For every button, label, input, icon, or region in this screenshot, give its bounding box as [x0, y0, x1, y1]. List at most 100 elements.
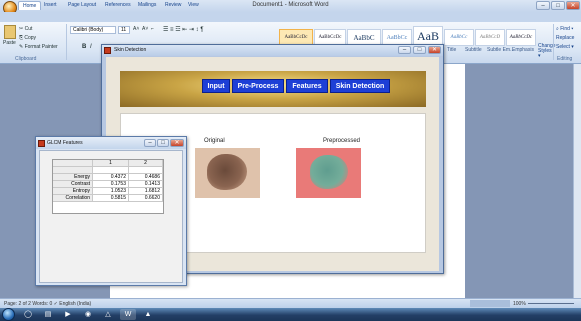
- tab-references[interactable]: References: [105, 1, 131, 10]
- group-clipboard-label: Clipboard: [15, 56, 37, 62]
- find-button[interactable]: ⌕ Find ▾: [556, 26, 573, 32]
- glcm-features-window: GLCM Features – □ ✕ 1 2 Energy 0.4372 0.…: [35, 136, 187, 286]
- style-subtle-emphasis[interactable]: AaBbCcD: [475, 29, 505, 46]
- table-cell[interactable]: 0.1753: [93, 181, 129, 188]
- input-button[interactable]: Input: [202, 79, 230, 93]
- tab-view[interactable]: View: [188, 1, 199, 10]
- preprocessed-image: [296, 148, 361, 198]
- matlab-taskbar-icon[interactable]: ▲: [140, 309, 156, 320]
- table-cell[interactable]: [129, 167, 163, 174]
- glcm-client: 1 2 Energy 0.4372 0.4686 Contrast 0.1753…: [39, 150, 183, 283]
- glcm-maximize-button[interactable]: □: [157, 139, 169, 147]
- word-taskbar-icon[interactable]: W: [120, 309, 136, 320]
- tab-home[interactable]: Home: [18, 1, 42, 10]
- pre-process-button[interactable]: Pre-Process: [232, 79, 284, 93]
- view-buttons[interactable]: [470, 300, 510, 307]
- media-player-icon[interactable]: ▶: [60, 309, 76, 320]
- paste-label[interactable]: Paste: [3, 40, 16, 46]
- tab-page-layout[interactable]: Page Layout: [68, 1, 96, 10]
- program-icon[interactable]: △: [100, 309, 116, 320]
- system-tray: [525, 311, 577, 319]
- ie-icon[interactable]: ◯: [20, 309, 36, 320]
- table-cell[interactable]: 0.1413: [129, 181, 163, 188]
- table-cell[interactable]: 1.0523: [93, 188, 129, 195]
- row-header: Energy: [53, 174, 93, 181]
- preprocessed-label: Preprocessed: [323, 138, 361, 144]
- style-subtitle-caption: Subtitle: [465, 47, 482, 53]
- status-bar: Page: 2 of 2 Words: 0 ✓ English (India) …: [0, 298, 581, 308]
- cut-button[interactable]: ✂ Cut: [19, 26, 32, 32]
- group-editing-label: Editing: [557, 56, 573, 62]
- glcm-window-title: GLCM Features: [47, 140, 83, 146]
- table-cell[interactable]: 1.6812: [129, 188, 163, 195]
- zoom-level[interactable]: 100%: [513, 301, 526, 307]
- vertical-scrollbar[interactable]: [573, 64, 581, 298]
- group-separator: [66, 24, 67, 60]
- replace-button[interactable]: Replace: [556, 35, 574, 41]
- table-cell[interactable]: [93, 167, 129, 174]
- close-button[interactable]: ✕: [566, 1, 580, 10]
- ribbon-tabs: [0, 12, 581, 22]
- paste-icon[interactable]: [4, 25, 16, 39]
- start-button[interactable]: [2, 308, 15, 321]
- column-header[interactable]: 2: [129, 160, 163, 167]
- nav-banner: Input Pre-Process Features Skin Detectio…: [120, 71, 426, 107]
- paragraph-tools[interactable]: ☰ ≡ ☲ ⇤ ⇥ ↕ ¶: [163, 26, 204, 33]
- table-cell[interactable]: 0.4686: [129, 174, 163, 181]
- bold-button[interactable]: B: [82, 44, 86, 50]
- column-header[interactable]: 1: [93, 160, 129, 167]
- lesion-shape: [310, 155, 348, 189]
- glcm-minimize-button[interactable]: –: [144, 139, 156, 147]
- shrink-font-button[interactable]: A˅: [142, 26, 148, 32]
- skin-window-title-bar[interactable]: Skin Detection – □ ✕: [102, 45, 443, 56]
- glcm-title-bar[interactable]: GLCM Features – □ ✕: [36, 137, 186, 149]
- zoom-slider[interactable]: [528, 303, 574, 304]
- clear-format-icon[interactable]: ⌐: [151, 26, 154, 32]
- app-icon: [104, 47, 111, 54]
- app-icon: [38, 140, 45, 147]
- grow-font-button[interactable]: A˄: [133, 26, 139, 32]
- table-corner: [53, 160, 93, 167]
- skin-maximize-button[interactable]: □: [413, 46, 426, 54]
- skin-window-title: Skin Detection: [114, 47, 147, 53]
- skin-minimize-button[interactable]: –: [398, 46, 411, 54]
- format-painter-button[interactable]: ✎ Format Painter: [19, 44, 58, 50]
- table-cell[interactable]: 0.5815: [93, 195, 129, 202]
- status-text: Page: 2 of 2 Words: 0 ✓ English (India): [4, 301, 92, 307]
- glcm-table[interactable]: 1 2 Energy 0.4372 0.4686 Contrast 0.1753…: [52, 159, 164, 214]
- select-button[interactable]: Select ▾: [556, 44, 574, 50]
- style-title-caption: Title: [447, 47, 457, 53]
- change-styles-button[interactable]: Change Styles ▾: [538, 44, 556, 59]
- italic-button[interactable]: I: [90, 44, 92, 50]
- style-subtitle[interactable]: AaBbCc: [444, 29, 474, 46]
- font-size-combo[interactable]: 11: [118, 26, 130, 34]
- features-button[interactable]: Features: [286, 79, 328, 93]
- lesion-shape: [207, 154, 247, 190]
- group-separator: [553, 24, 554, 60]
- row-header: Contrast: [53, 181, 93, 188]
- style-emphasis-caption: Emphasis: [512, 47, 534, 53]
- minimize-button[interactable]: –: [536, 1, 550, 10]
- row-header: Correlation: [53, 195, 93, 202]
- row-header: Entropy: [53, 188, 93, 195]
- tab-insert[interactable]: Insert: [44, 1, 57, 10]
- skin-detection-button[interactable]: Skin Detection: [330, 79, 390, 93]
- style-subtle-emphasis-caption: Subtle Em...: [487, 47, 515, 53]
- original-label: Original: [204, 138, 225, 144]
- chrome-icon[interactable]: ◉: [80, 309, 96, 320]
- original-image: [195, 148, 260, 198]
- maximize-button[interactable]: □: [551, 1, 565, 10]
- row-header-empty: [53, 167, 93, 174]
- style-title[interactable]: AaB: [413, 26, 443, 46]
- table-cell[interactable]: 0.4372: [93, 174, 129, 181]
- tab-review[interactable]: Review: [165, 1, 181, 10]
- style-emphasis[interactable]: AaBbCcDc: [506, 29, 536, 46]
- tab-mailings[interactable]: Mailings: [138, 1, 156, 10]
- skin-close-button[interactable]: ✕: [428, 46, 441, 54]
- copy-button[interactable]: ⎘ Copy: [19, 35, 36, 41]
- taskbar: ◯ ▤ ▶ ◉ △ W ▲: [0, 308, 581, 321]
- explorer-icon[interactable]: ▤: [40, 309, 56, 320]
- table-cell[interactable]: 0.6620: [129, 195, 163, 202]
- glcm-close-button[interactable]: ✕: [170, 139, 184, 147]
- font-name-combo[interactable]: Calibri (Body): [70, 26, 116, 34]
